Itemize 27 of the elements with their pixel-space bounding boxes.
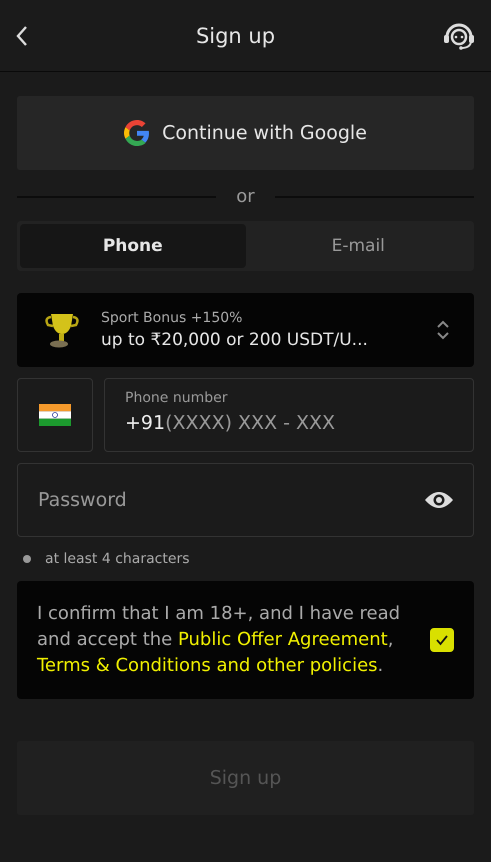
- google-button[interactable]: Continue with Google: [17, 96, 474, 170]
- policy-link[interactable]: Public Offer Agreement: [178, 629, 388, 650]
- country-selector[interactable]: [17, 378, 93, 452]
- bonus-selector[interactable]: Sport Bonus +150% up to ₹20,000 or 200 USDT/U...: [17, 293, 474, 367]
- phone-number-input[interactable]: (XXXX) XXX - XXX: [165, 412, 453, 434]
- divider-label: or: [236, 186, 255, 207]
- password-hint: at least 4 characters: [45, 551, 190, 567]
- eye-icon[interactable]: [424, 490, 454, 510]
- bonus-title: Sport Bonus +150%: [101, 310, 244, 326]
- check-icon: [435, 634, 449, 646]
- consent-checkbox[interactable]: [430, 628, 454, 652]
- tab[interactable]: Phone: [20, 224, 246, 268]
- phone-field[interactable]: Phone number +91(XXXX) XXX - XXX: [104, 378, 474, 452]
- google-icon: [124, 120, 150, 146]
- policy-link[interactable]: Terms & Conditions and other policies: [37, 655, 378, 676]
- back-icon[interactable]: [16, 24, 28, 46]
- consent-text: I confirm that I am 18+, and I have read and accept the Public Offer Agreement, Terms & Conditions and other policies.: [37, 602, 402, 678]
- india-flag-icon: [39, 404, 71, 426]
- tab[interactable]: E-mail: [246, 224, 471, 268]
- bonus-value: up to ₹20,000 or 200 USDT/U...: [101, 330, 369, 350]
- password-field[interactable]: Password: [17, 463, 474, 537]
- field-label: Phone number: [125, 390, 228, 406]
- chevron-up-down-icon: [436, 319, 450, 341]
- page-title: Sign up: [196, 24, 276, 48]
- country-code: +91: [125, 412, 166, 434]
- headset-icon[interactable]: [443, 22, 475, 50]
- bullet-icon: [23, 555, 31, 563]
